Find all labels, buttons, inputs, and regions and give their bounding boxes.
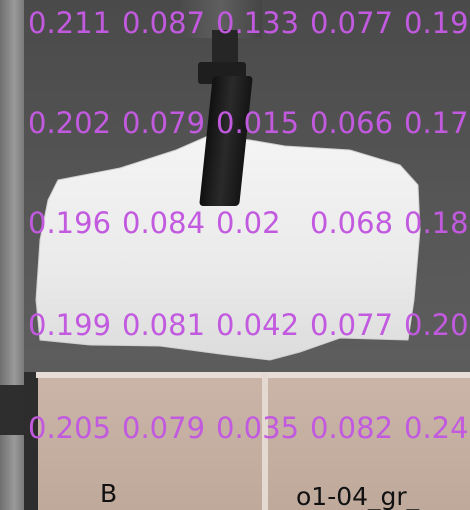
grid-value: 0.19 [404, 6, 469, 40]
grid-value: 0.02 [216, 206, 281, 240]
grid-value: 0.133 [216, 6, 300, 40]
corner-label-left: B [100, 479, 118, 508]
grid-value: 0.042 [216, 308, 300, 342]
grid-value: 0.035 [216, 411, 300, 445]
grid-value: 0.20 [404, 308, 469, 342]
corner-label-right: o1-04_gr_ [296, 482, 420, 510]
grid-value: 0.015 [216, 106, 300, 140]
grid-value: 0.18 [404, 206, 469, 240]
grid-value: 0.077 [310, 308, 394, 342]
grid-value: 0.081 [122, 308, 206, 342]
grid-value: 0.202 [28, 106, 112, 140]
grid-value: 0.066 [310, 106, 394, 140]
grid-value: 0.082 [310, 411, 394, 445]
grid-value: 0.079 [122, 411, 206, 445]
grid-value: 0.084 [122, 206, 206, 240]
grid-value: 0.077 [310, 6, 394, 40]
grid-value: 0.199 [28, 308, 112, 342]
grid-value: 0.087 [122, 6, 206, 40]
grid-value: 0.17 [404, 106, 469, 140]
grid-value: 0.24 [404, 411, 469, 445]
grid-value: 0.079 [122, 106, 206, 140]
grid-value: 0.068 [310, 206, 394, 240]
camera-scene: 0.211 0.087 0.133 0.077 0.19 0.202 0.079 0.015 0… [0, 0, 470, 510]
grid-value: 0.196 [28, 206, 112, 240]
grid-value: 0.205 [28, 411, 112, 445]
grid-value: 0.211 [28, 6, 112, 40]
